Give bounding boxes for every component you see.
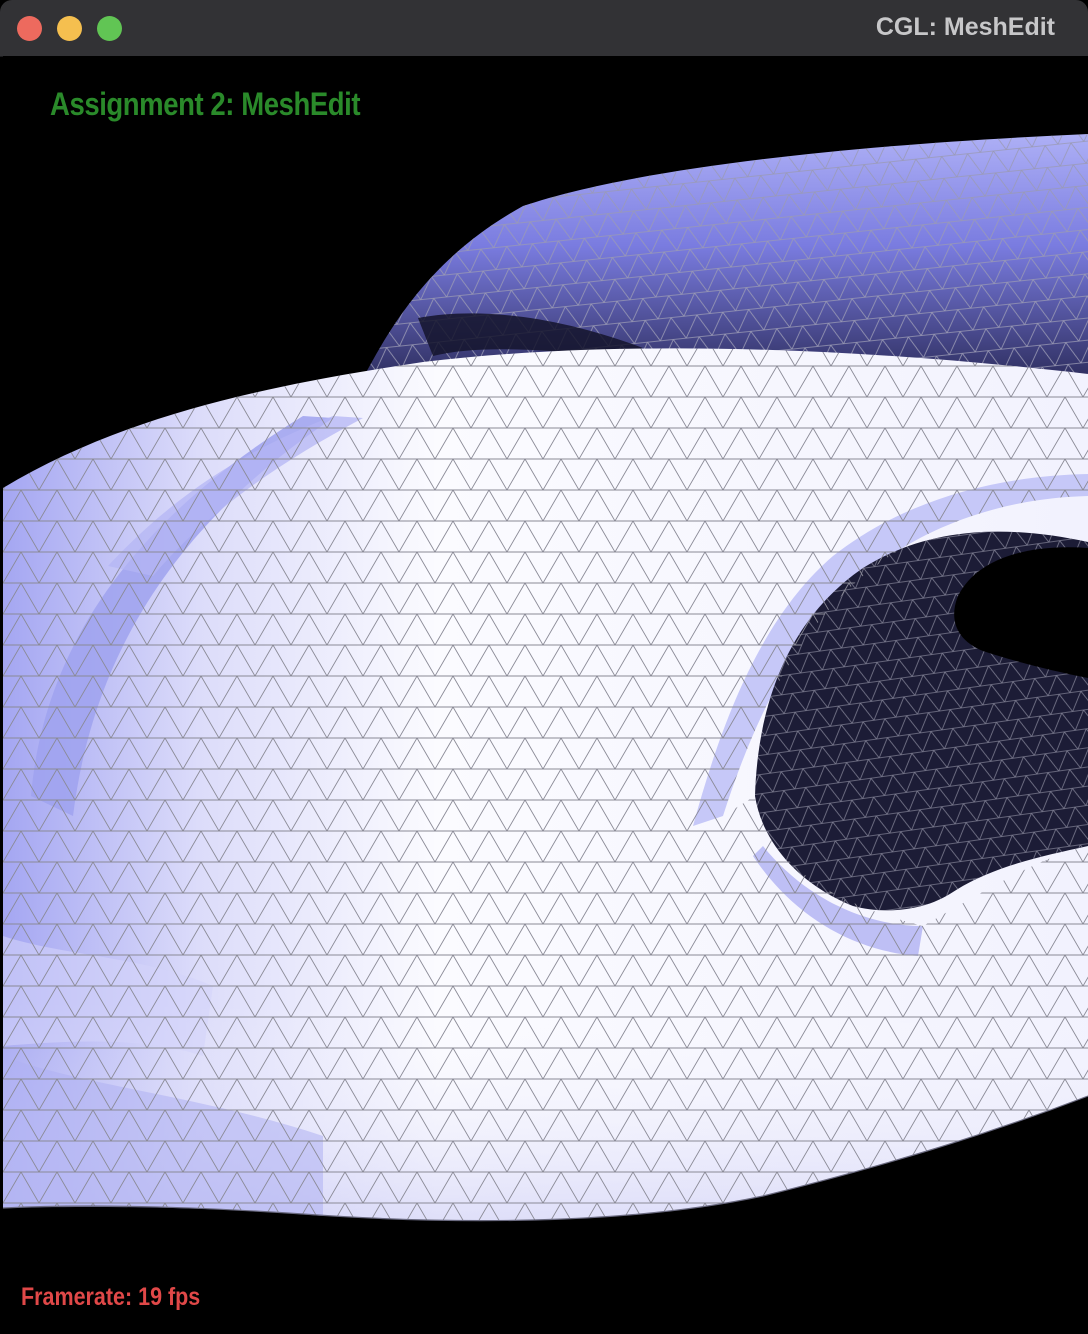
close-icon[interactable] <box>17 16 42 41</box>
window-title: CGL: MeshEdit <box>875 13 1055 41</box>
title-bar[interactable]: CGL: MeshEdit <box>0 0 1088 57</box>
mesh-viewport[interactable]: Assignment 2: MeshEdit Framerate: 19 fps <box>3 56 1088 1334</box>
mesh-render[interactable] <box>3 56 1088 1334</box>
framerate-label: Framerate: 19 fps <box>21 1283 201 1311</box>
maximize-icon[interactable] <box>97 16 122 41</box>
main-mesh-surface <box>3 348 1088 1222</box>
back-mesh-sheet <box>361 134 1088 382</box>
assignment-title: Assignment 2: MeshEdit <box>50 86 361 122</box>
app-window: CGL: MeshEdit Assignment 2: MeshEdit Fra… <box>0 0 1088 1334</box>
minimize-icon[interactable] <box>57 16 82 41</box>
